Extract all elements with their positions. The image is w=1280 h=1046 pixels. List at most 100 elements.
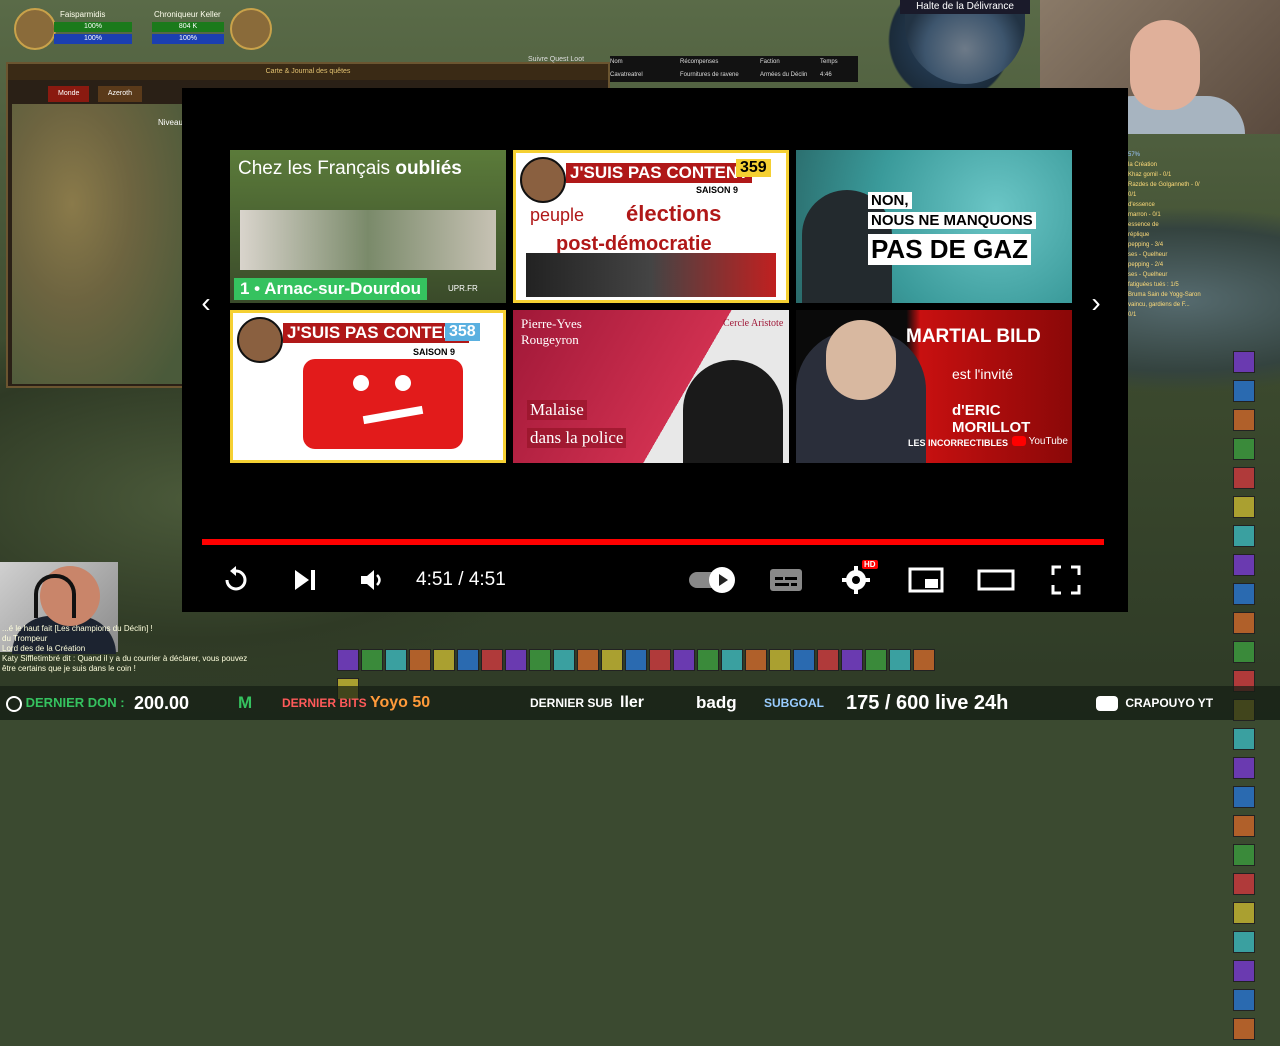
action-slot[interactable] — [1233, 844, 1255, 866]
episode-number: 359 — [736, 159, 771, 177]
thumb-word: Malaise — [527, 400, 587, 420]
action-slot[interactable] — [1233, 525, 1255, 547]
map-tab-world[interactable]: Monde — [48, 86, 90, 102]
thumb-author: Pierre-Yves Rougeyron — [521, 316, 582, 347]
action-slot[interactable] — [697, 649, 719, 671]
subtitles-button[interactable] — [766, 558, 806, 602]
action-slot[interactable] — [841, 649, 863, 671]
settings-button[interactable]: HD — [836, 558, 878, 602]
map-canvas[interactable] — [12, 104, 182, 384]
previous-arrow-icon[interactable]: ‹ — [196, 288, 216, 318]
quest-tracker[interactable]: 57% la Création Khaz gomil - 0/1 Razdes … — [1128, 150, 1238, 370]
action-slot[interactable] — [1233, 351, 1255, 373]
action-slot[interactable] — [865, 649, 887, 671]
quest-loot-toggle[interactable]: Suivre Quest Loot — [528, 56, 584, 63]
loot-panel[interactable]: Nom Récompenses Faction Temps Cavatreatr… — [610, 56, 858, 82]
action-slot[interactable] — [481, 649, 503, 671]
action-slot[interactable] — [1233, 641, 1255, 663]
loot-row[interactable]: Cavatreatrel Fournitures de ravene Armée… — [610, 69, 858, 82]
theater-icon — [977, 569, 1015, 591]
thumb-caption: 1 • Arnac-sur-Dourdou — [234, 278, 427, 300]
action-slot[interactable] — [1233, 873, 1255, 895]
action-slot[interactable] — [457, 649, 479, 671]
next-button[interactable] — [288, 558, 322, 602]
player-health-bar: 100% — [54, 22, 132, 32]
action-slot[interactable] — [1233, 409, 1255, 431]
subgoal-value: 175 / 600 live 24h — [846, 692, 1009, 714]
action-slot[interactable] — [553, 649, 575, 671]
volume-button[interactable] — [354, 558, 390, 602]
thumb-title-bold: oubliés — [395, 158, 462, 179]
action-slot[interactable] — [1233, 380, 1255, 402]
action-slot[interactable] — [1233, 728, 1255, 750]
action-slot[interactable] — [1233, 612, 1255, 634]
video-thumbnail-4[interactable]: J'SUIS PAS CONTENT 358 SAISON 9 — [230, 310, 506, 463]
progress-track[interactable] — [202, 539, 1104, 545]
coin-icon — [6, 695, 22, 712]
action-slot[interactable] — [1233, 902, 1255, 924]
target-mana-bar: 100% — [152, 34, 224, 44]
action-slot[interactable] — [577, 649, 599, 671]
video-thumbnail-1[interactable]: Chez les Français oubliés 1 • Arnac-sur-… — [230, 150, 506, 303]
subgoal-label: SUBGOAL — [764, 696, 824, 710]
time-display: 4:51 / 4:51 — [416, 569, 506, 590]
action-slot[interactable] — [505, 649, 527, 671]
action-slot[interactable] — [1233, 1018, 1255, 1040]
action-slot[interactable] — [1233, 467, 1255, 489]
action-slot[interactable] — [889, 649, 911, 671]
action-slot[interactable] — [1233, 931, 1255, 953]
thumb-photo — [683, 360, 783, 463]
map-region-label: Niveau — [158, 118, 183, 127]
video-thumbnail-3[interactable]: NON, NOUS NE MANQUONS PAS DE GAZ — [796, 150, 1072, 303]
action-slot[interactable] — [1233, 554, 1255, 576]
right-action-bar[interactable] — [1232, 350, 1278, 1040]
action-slot[interactable] — [745, 649, 767, 671]
eye-icon — [353, 375, 369, 391]
miniplayer-button[interactable] — [906, 558, 946, 602]
theater-mode-button[interactable] — [976, 558, 1016, 602]
bottom-action-bar[interactable] — [336, 648, 946, 700]
autoplay-toggle[interactable] — [686, 558, 736, 602]
loot-cell: Fournitures de ravene — [680, 72, 739, 78]
action-slot[interactable] — [1233, 757, 1255, 779]
action-slot[interactable] — [1233, 583, 1255, 605]
action-slot[interactable] — [673, 649, 695, 671]
m-label: M — [238, 693, 253, 712]
action-slot[interactable] — [1233, 989, 1255, 1011]
loot-header-time: Temps — [820, 59, 838, 65]
action-slot[interactable] — [361, 649, 383, 671]
next-arrow-icon[interactable]: › — [1086, 288, 1106, 318]
fullscreen-button[interactable] — [1046, 558, 1086, 602]
target-unit-frame[interactable]: Chroniqueur Keller 804 K 100% — [150, 8, 272, 50]
action-slot[interactable] — [649, 649, 671, 671]
video-thumbnail-2[interactable]: J'SUIS PAS CONTENT 359 SAISON 9 peuple é… — [513, 150, 789, 303]
action-slot[interactable] — [793, 649, 815, 671]
action-slot[interactable] — [1233, 438, 1255, 460]
map-title: Carte & Journal des quêtes — [8, 64, 608, 80]
replay-button[interactable] — [218, 558, 254, 602]
chat-frame[interactable]: ...é le haut fait [Les champions du Décl… — [2, 624, 302, 674]
action-slot[interactable] — [1233, 786, 1255, 808]
action-slot[interactable] — [601, 649, 623, 671]
action-slot[interactable] — [433, 649, 455, 671]
action-slot[interactable] — [385, 649, 407, 671]
thumb-line-2: est l'invité — [952, 366, 1014, 382]
video-thumbnail-6[interactable]: MARTIAL BILD est l'invité d'ERIC MORILLO… — [796, 310, 1072, 463]
action-slot[interactable] — [817, 649, 839, 671]
action-slot[interactable] — [769, 649, 791, 671]
action-slot[interactable] — [913, 649, 935, 671]
thumb-title: J'SUIS PAS CONTENT — [283, 323, 470, 343]
youtube-icon — [1096, 696, 1118, 712]
action-slot[interactable] — [337, 649, 359, 671]
quest-line: réplique — [1128, 232, 1150, 238]
player-unit-frame[interactable]: Faisparmidis 100% 100% — [10, 8, 132, 50]
action-slot[interactable] — [529, 649, 551, 671]
action-slot[interactable] — [1233, 815, 1255, 837]
action-slot[interactable] — [1233, 496, 1255, 518]
action-slot[interactable] — [721, 649, 743, 671]
video-thumbnail-5[interactable]: Pierre-Yves Rougeyron Cercle Aristote Ma… — [513, 310, 789, 463]
action-slot[interactable] — [1233, 960, 1255, 982]
action-slot[interactable] — [409, 649, 431, 671]
action-slot[interactable] — [625, 649, 647, 671]
map-tab-azeroth[interactable]: Azeroth — [97, 86, 142, 102]
